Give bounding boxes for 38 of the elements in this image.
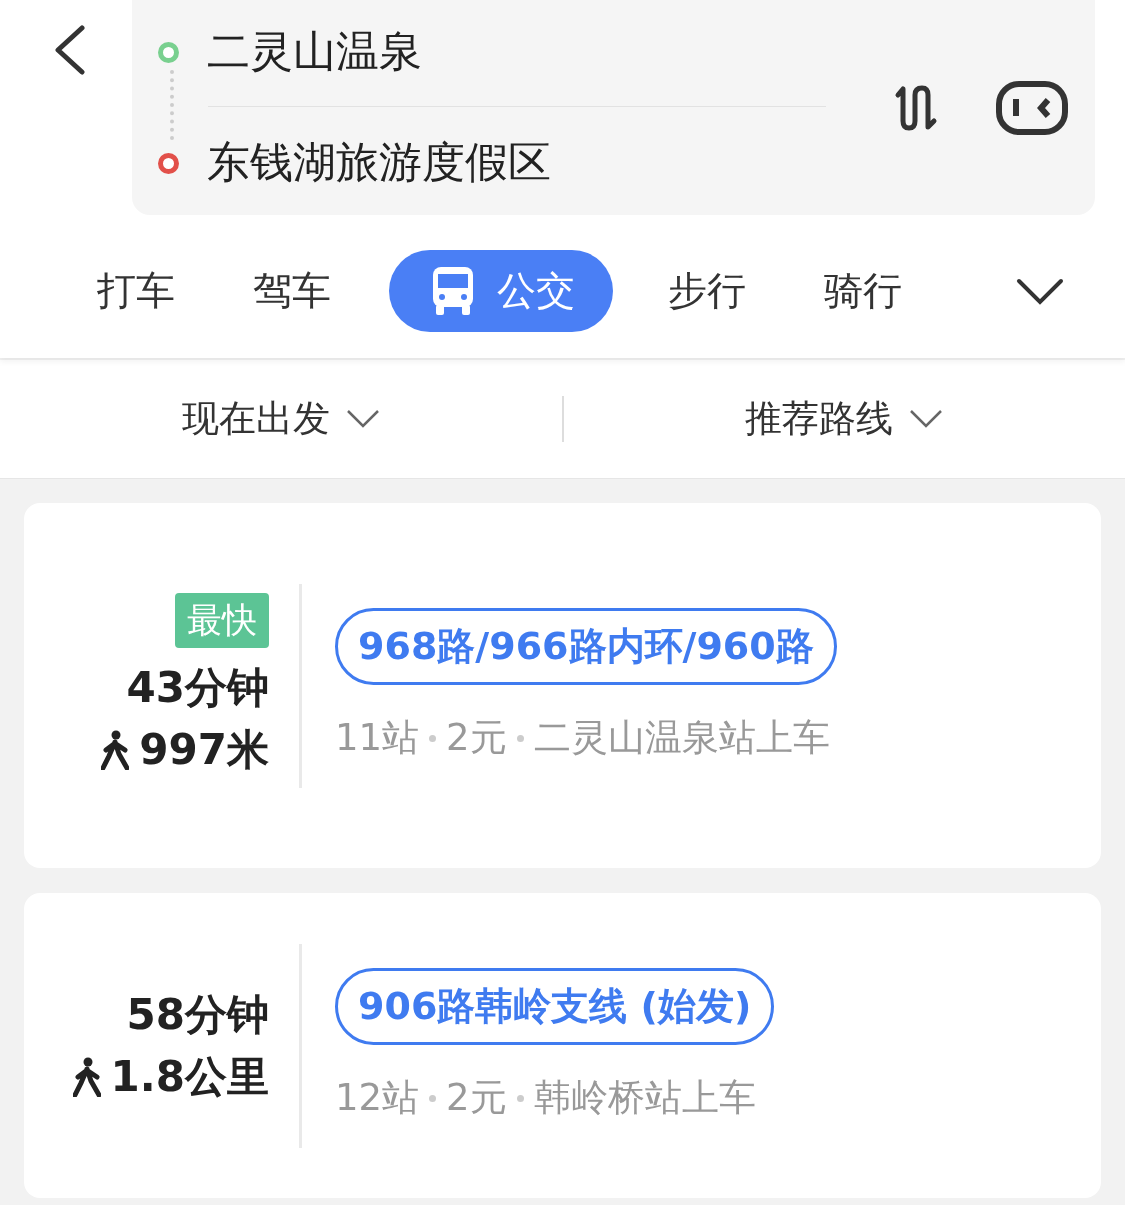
- bus-icon: [431, 265, 475, 317]
- route-detail-text: 2元: [446, 715, 507, 761]
- origin-field[interactable]: 二灵山温泉: [207, 23, 422, 81]
- separator-dot-icon: [516, 1094, 524, 1102]
- destination-dot-icon: [158, 152, 179, 174]
- duration-text: 58分钟: [126, 988, 269, 1041]
- walk-distance-text: 1.8公里: [110, 1050, 269, 1103]
- mode-tab[interactable]: 骑行: [824, 250, 902, 332]
- route-detail-text: 二灵山温泉站上车: [533, 715, 830, 761]
- walking-person-icon: [72, 1056, 101, 1097]
- bus-line-tag: 968路/966路内环/960路: [335, 608, 837, 685]
- route-detail-text: 2元: [446, 1075, 507, 1121]
- route-detail-text: 11站: [335, 715, 420, 761]
- route-card[interactable]: 最快 43分钟 997米 968路/966路内环/960路 11站 2元 二灵山温泉站上车: [24, 503, 1101, 868]
- toggle-icon[interactable]: [996, 80, 1068, 135]
- mode-tab[interactable]: 公交: [389, 250, 613, 332]
- destination-field[interactable]: 东钱湖旅游度假区: [207, 134, 551, 192]
- walk-distance-text: 997米: [139, 724, 269, 776]
- route-card[interactable]: 58分钟 1.8公里 906路韩岭支线 (始发) 12站 2元 韩岭桥站上车: [24, 893, 1101, 1198]
- origin-dot-icon: [158, 41, 179, 63]
- filter-dropdown[interactable]: 现在出发: [181, 394, 330, 444]
- duration-text: 43分钟: [126, 662, 269, 714]
- back-icon[interactable]: [52, 25, 86, 75]
- separator-dot-icon: [516, 734, 524, 742]
- filter-dropdown[interactable]: 推荐路线: [745, 394, 894, 444]
- route-detail-text: 12站: [335, 1075, 420, 1121]
- separator-dot-icon: [429, 734, 437, 742]
- chevron-down-icon[interactable]: [345, 409, 380, 429]
- route-detail-text: 韩岭桥站上车: [533, 1075, 756, 1121]
- chevron-down-icon[interactable]: [909, 409, 944, 429]
- walking-person-icon: [101, 730, 130, 770]
- mode-tab[interactable]: 步行: [668, 250, 746, 332]
- separator-dot-icon: [429, 1094, 437, 1102]
- mode-tab[interactable]: 打车: [97, 250, 175, 332]
- mode-tab[interactable]: 驾车: [253, 250, 331, 332]
- bus-line-tag: 906路韩岭支线 (始发): [335, 968, 775, 1045]
- chevron-down-icon[interactable]: [1016, 278, 1064, 306]
- fastest-badge: 最快: [175, 593, 269, 648]
